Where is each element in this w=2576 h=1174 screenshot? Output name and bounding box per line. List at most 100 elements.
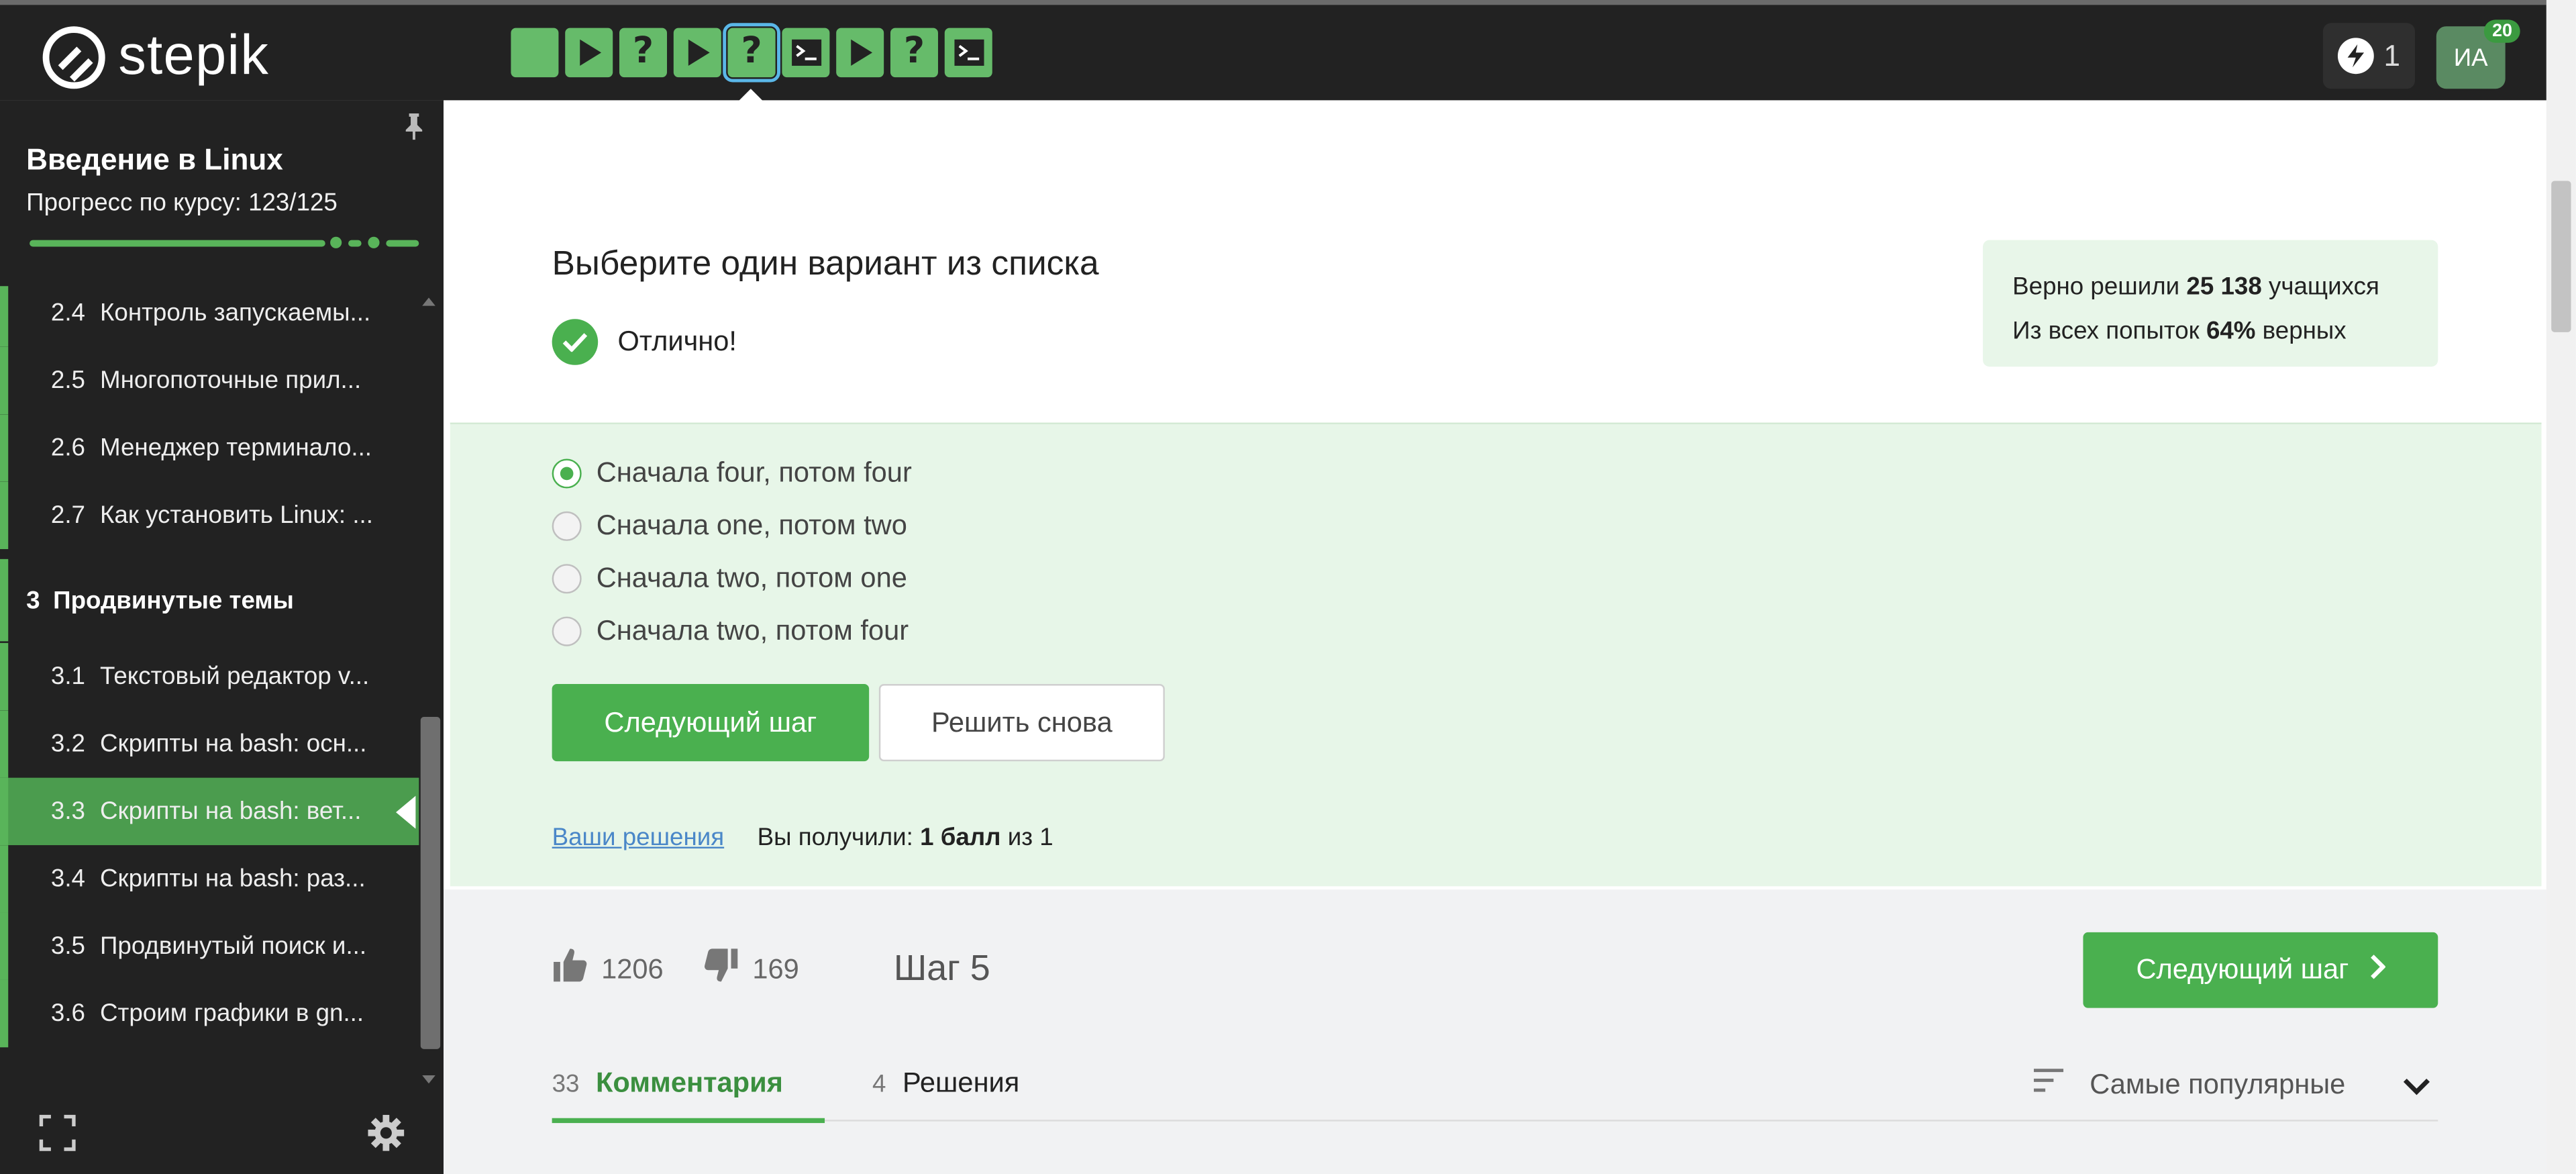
- tab-comments[interactable]: 33 Комментария: [552, 1067, 783, 1100]
- sidebar-scrollbar[interactable]: [420, 301, 441, 1087]
- play-icon: [576, 38, 602, 67]
- stats-box: Верно решили 25 138 учащихся Из всех поп…: [1983, 240, 2438, 367]
- step-button-1[interactable]: [511, 28, 559, 78]
- sidebar-scroll-thumb[interactable]: [420, 717, 441, 1049]
- module-number: 3: [26, 586, 40, 614]
- notification-badge: 20: [2483, 19, 2521, 43]
- brand-name: stepik: [118, 24, 270, 87]
- page-scroll-thumb[interactable]: [2551, 181, 2571, 332]
- sidebar-scroll-down[interactable]: [422, 1075, 435, 1084]
- next-step-main-button[interactable]: Следующий шаг: [2083, 932, 2438, 1008]
- next-step-main-label: Следующий шаг: [2136, 953, 2349, 985]
- lightning-icon: [2337, 38, 2374, 75]
- lesson-list: 2.4 Контроль запускаемы... 2.5 Многопоточны…: [0, 286, 427, 1091]
- lesson-title: Многопоточные прил...: [100, 366, 362, 395]
- step-navigation: ???: [511, 23, 992, 83]
- option-label: Сначала two, потом one: [596, 562, 907, 594]
- progress-segment: [386, 240, 419, 247]
- dislike-button[interactable]: 169: [703, 947, 799, 991]
- play-icon: [684, 38, 711, 67]
- attempts-stat: Из всех попыток 64% верных: [2012, 317, 2347, 346]
- gear-icon[interactable]: [368, 1114, 405, 1159]
- step-button-5[interactable]: ?: [723, 23, 780, 83]
- lesson-title: Менеджер терминало...: [100, 434, 372, 462]
- sidebar-lesson-2-4[interactable]: 2.4 Контроль запускаемы...: [0, 286, 419, 347]
- sidebar-module-3[interactable]: 3 Продвинутые темы: [0, 558, 419, 642]
- sidebar-lesson-3-4[interactable]: 3.4 Скрипты на bash: раз...: [0, 845, 419, 913]
- course-progress-bar: [30, 236, 419, 248]
- lesson-title: Текстовый редактор v...: [100, 663, 370, 691]
- radio-button[interactable]: [552, 458, 582, 489]
- step-button-3[interactable]: ?: [619, 28, 668, 78]
- step-button-6[interactable]: [782, 28, 830, 78]
- sidebar-lesson-2-7[interactable]: 2.7 Как установить Linux: ...: [0, 481, 419, 550]
- tabs-divider: [552, 1120, 2438, 1122]
- answer-option[interactable]: Сначала one, потом two: [552, 509, 907, 542]
- pin-icon[interactable]: [404, 113, 423, 148]
- fullscreen-icon[interactable]: [39, 1114, 76, 1159]
- sidebar-lesson-3-1[interactable]: 3.1 Текстовый редактор v...: [0, 642, 419, 711]
- like-button[interactable]: 1206: [552, 947, 664, 991]
- active-tab-indicator: [552, 1118, 825, 1124]
- lesson-title: Скрипты на bash: вет...: [100, 797, 362, 826]
- tab-count: 33: [552, 1070, 580, 1099]
- sidebar-lesson-2-5[interactable]: 2.5 Многопоточные прил...: [0, 346, 419, 415]
- sidebar-lesson-2-6[interactable]: 2.6 Менеджер терминало...: [0, 414, 419, 482]
- radio-button[interactable]: [552, 564, 582, 594]
- tab-solutions[interactable]: 4 Решения: [872, 1067, 1019, 1100]
- tab-count: 4: [872, 1070, 886, 1099]
- option-label: Сначала two, потом four: [596, 615, 909, 646]
- your-solutions-link[interactable]: Ваши решения: [552, 824, 725, 852]
- result-message: Отлично!: [552, 319, 737, 365]
- option-label: Сначала one, потом two: [596, 509, 907, 541]
- question-icon: ?: [903, 31, 925, 72]
- module-title: Продвинутые темы: [53, 586, 294, 614]
- sidebar-lesson-3-5[interactable]: 3.5 Продвинутый поиск и...: [0, 912, 419, 980]
- step-content: Выберите один вариант из списка Отлично!…: [444, 100, 2546, 1174]
- course-progress-label: Прогресс по курсу: 123/125: [26, 189, 338, 217]
- lesson-title: Строим графики в gn...: [100, 999, 364, 1028]
- sort-dropdown[interactable]: Самые популярные: [2033, 1067, 2346, 1102]
- tab-label: Решения: [902, 1067, 1020, 1099]
- answer-option[interactable]: Сначала four, потом four: [552, 457, 912, 490]
- lesson-number: 3.4: [50, 865, 85, 893]
- lesson-number: 2.4: [50, 299, 85, 328]
- radio-button[interactable]: [552, 511, 582, 541]
- energy-button[interactable]: 1: [2322, 23, 2416, 89]
- sidebar-lesson-3-2[interactable]: 3.2 Скрипты на bash: осн...: [0, 710, 419, 778]
- tab-label: Комментария: [595, 1067, 783, 1099]
- course-title[interactable]: Введение в Linux: [26, 143, 283, 177]
- sidebar-lesson-3-3[interactable]: 3.3 Скрипты на bash: вет...: [0, 777, 419, 846]
- option-label: Сначала four, потом four: [596, 456, 912, 489]
- lesson-title: Как установить Linux: ...: [100, 501, 373, 530]
- energy-count: 1: [2383, 38, 2400, 72]
- step-button-7[interactable]: [836, 28, 884, 78]
- terminal-icon: [952, 38, 985, 67]
- answer-option[interactable]: Сначала two, потом one: [552, 562, 907, 595]
- question-icon: ?: [741, 31, 762, 72]
- chevron-down-icon[interactable]: [2402, 1075, 2431, 1105]
- app-window: stepik ??? 1 ИА 20 Введение в Linux Прог…: [0, 0, 2576, 1174]
- lesson-title: Скрипты на bash: осн...: [100, 730, 367, 759]
- step-button-2[interactable]: [565, 28, 613, 78]
- page-scrollbar[interactable]: [2546, 0, 2576, 1174]
- step-button-4[interactable]: [673, 28, 721, 78]
- step-button-8[interactable]: ?: [890, 28, 938, 78]
- sort-label: Самые популярные: [2090, 1068, 2346, 1099]
- lesson-number: 3.3: [50, 797, 85, 826]
- chevron-right-icon: [2369, 953, 2386, 987]
- sort-icon: [2033, 1067, 2067, 1102]
- sidebar-lesson-3-6[interactable]: 3.6 Строим графики в gn...: [0, 979, 419, 1048]
- radio-button[interactable]: [552, 616, 582, 646]
- likes-count: 1206: [601, 952, 664, 985]
- answer-option[interactable]: Сначала two, потом four: [552, 615, 909, 648]
- answer-area: Сначала four, потом four Сначала one, пот…: [450, 422, 2542, 887]
- solved-stat: Верно решили 25 138 учащихся: [2012, 273, 2379, 301]
- step-button-9[interactable]: [944, 28, 992, 78]
- thumbs-up-icon: [552, 947, 588, 991]
- retry-button[interactable]: Решить снова: [878, 684, 1165, 762]
- lesson-number: 2.7: [50, 501, 85, 530]
- next-step-button[interactable]: Следующий шаг: [552, 684, 870, 762]
- lesson-title: Контроль запускаемы...: [100, 299, 371, 328]
- stepik-logo[interactable]: stepik: [42, 24, 270, 89]
